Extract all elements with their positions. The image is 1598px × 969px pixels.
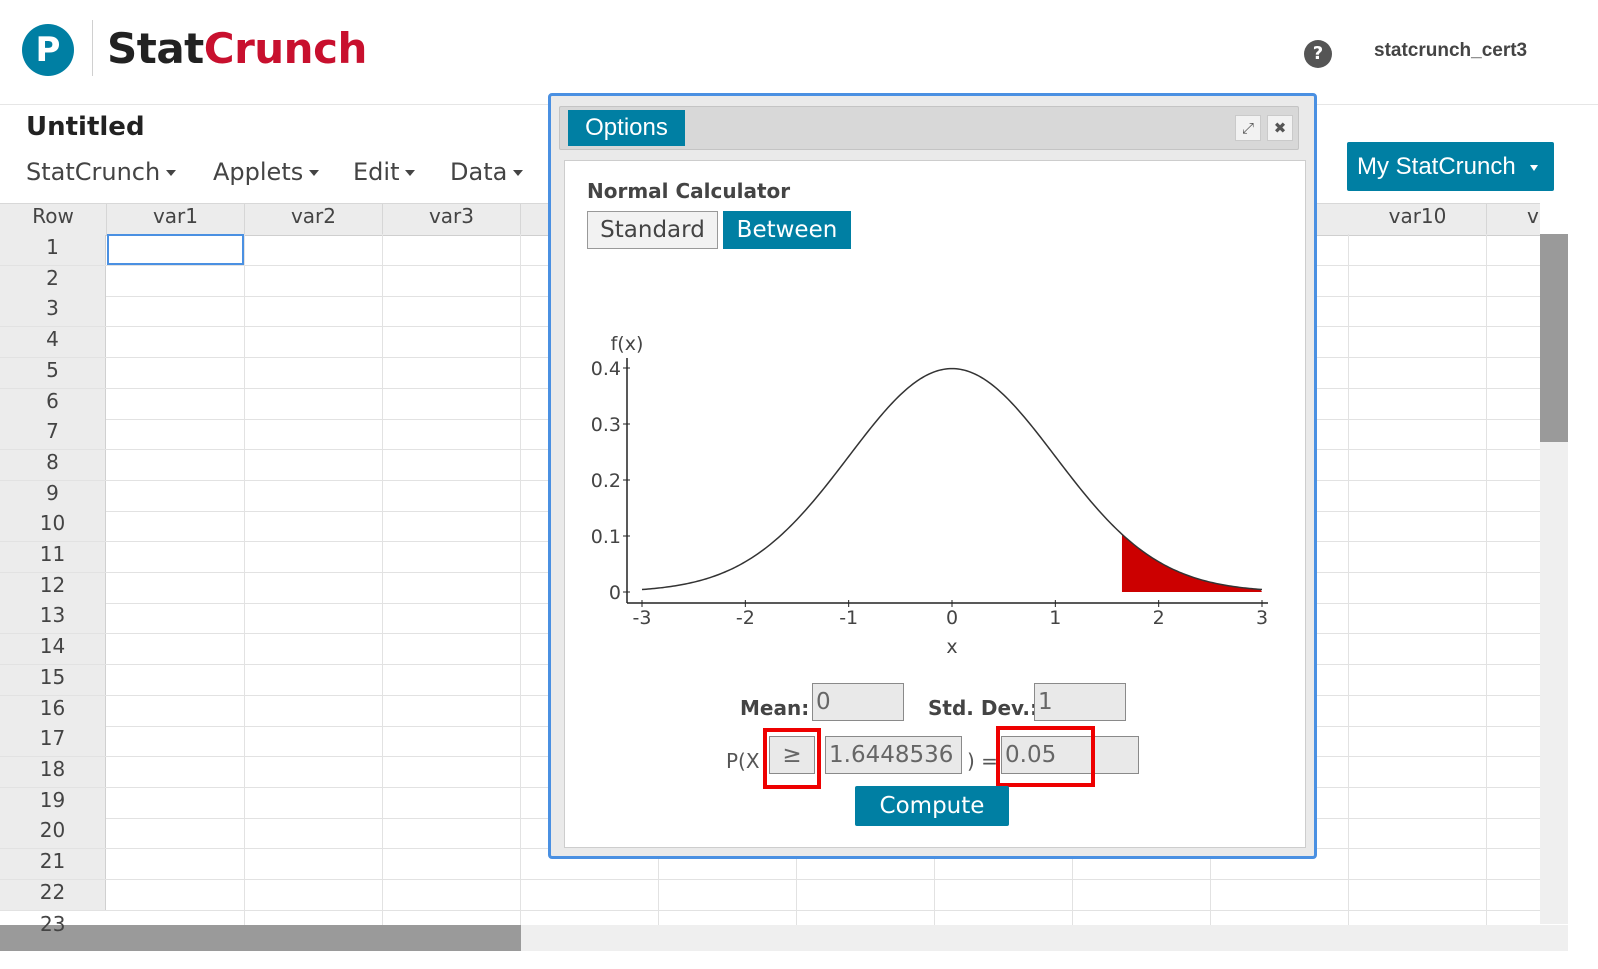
y-tick-label: 0.4 [591,358,621,380]
mean-label: Mean: [740,696,810,720]
tab-between[interactable]: Between [723,211,851,249]
row-number[interactable]: 21 [0,849,106,879]
chevron-down-icon [405,170,416,176]
chevron-down-icon [166,170,177,176]
std-dev-input[interactable]: 1 [1034,683,1126,721]
x-tick-label: -3 [633,607,652,629]
logo-divider [92,20,93,76]
column-header-var11[interactable]: var1 [1487,204,1540,235]
row-number: 23 [40,912,66,936]
y-axis-label: f(x) [611,333,644,355]
row-number[interactable]: 1 [0,235,106,265]
my-statcrunch-button[interactable]: My StatCrunch [1347,142,1554,191]
help-icon[interactable]: ? [1304,40,1332,68]
chevron-down-icon [1529,164,1538,171]
row-number[interactable]: 14 [0,634,106,665]
row-number[interactable]: 11 [0,542,106,572]
chevron-down-icon [513,170,524,176]
row-number[interactable]: 7 [0,419,106,450]
dialog-body: Normal Calculator Standard Between 0 0.1 0… [564,160,1306,848]
x-value-input[interactable]: 1.6448536 [825,736,962,774]
probability-prefix: P(X [726,749,760,773]
column-divider [382,234,383,934]
menu-applets[interactable]: Applets [213,158,320,186]
row-number[interactable]: 10 [0,511,106,542]
column-header-var2[interactable]: var2 [245,204,383,235]
x-tick-label: 2 [1153,607,1165,629]
row-number[interactable]: 5 [0,357,106,388]
selected-cell[interactable] [107,234,244,265]
row-number[interactable]: 4 [0,327,106,358]
std-dev-label: Std. Dev.: [928,696,1039,720]
dialog-titlebar[interactable]: Options ⤢ ✖ [559,106,1299,150]
app-brand: StatCrunch [107,24,367,73]
x-tick-label: -1 [839,607,858,629]
menu-applets-label: Applets [213,158,304,186]
row-number[interactable]: 15 [0,664,106,695]
column-header-var1[interactable]: var1 [107,204,245,235]
y-tick-label: 0 [609,582,621,604]
expand-icon[interactable]: ⤢ [1235,115,1261,141]
vertical-scrollbar-thumb[interactable] [1540,234,1568,442]
horizontal-scrollbar-thumb[interactable] [0,925,521,951]
row-number[interactable]: 9 [0,480,106,511]
row-number[interactable]: 18 [0,756,106,787]
column-divider [244,234,245,934]
menu-edit[interactable]: Edit [353,158,416,186]
calculator-title: Normal Calculator [587,179,791,203]
x-tick-label: -2 [736,607,755,629]
row-number[interactable]: 2 [0,265,106,296]
x-axis-label: x [946,636,957,658]
my-statcrunch-label: My StatCrunch [1357,153,1516,180]
x-tick-label: 1 [1049,607,1061,629]
document-title[interactable]: Untitled [26,112,145,142]
x-tick-label: 3 [1256,607,1268,629]
shaded-tail-area [1121,534,1262,592]
table-row: 22 [0,879,1540,911]
row-number[interactable]: 12 [0,572,106,603]
row-number[interactable]: 17 [0,726,106,757]
menu-statcrunch-label: StatCrunch [26,158,161,186]
column-divider [1348,234,1349,934]
column-header-var3[interactable]: var3 [383,204,521,235]
row-number[interactable]: 22 [0,879,106,910]
y-tick-label: 0.3 [591,414,621,436]
y-tick-label: 0.1 [591,526,621,548]
row-number[interactable]: 16 [0,695,106,726]
close-icon[interactable]: ✖ [1267,115,1293,141]
probability-equals: ) = [967,749,998,773]
mean-input[interactable]: 0 [812,683,904,721]
menu-data[interactable]: Data [450,158,524,186]
pearson-logo[interactable]: P [22,24,74,76]
menu-data-label: Data [450,158,508,186]
normal-calculator-dialog: Options ⤢ ✖ Normal Calculator Standard B… [548,93,1317,859]
row-number[interactable]: 13 [0,603,106,634]
brand-part-crunch: Crunch [203,24,368,73]
highlight-box [763,728,821,789]
y-tick-label: 0.2 [591,470,621,492]
row-number[interactable]: 20 [0,818,106,849]
column-divider [1486,234,1487,934]
row-number[interactable]: 19 [0,787,106,818]
normal-distribution-plot: 0 0.1 0.2 0.3 0.4 -3 -2 -1 0 1 2 3 f(x) x [591,333,1268,658]
menu-edit-label: Edit [353,158,400,186]
row-number[interactable]: 3 [0,296,106,327]
x-tick-label: 0 [946,607,958,629]
row-header: Row [0,204,107,235]
density-curve [641,367,1263,591]
username-link[interactable]: statcrunch_cert3 [1374,40,1527,62]
brand-part-stat: Stat [107,24,204,73]
tab-standard[interactable]: Standard [587,211,718,249]
highlight-box [996,726,1095,787]
column-divider [520,234,521,934]
menu-statcrunch[interactable]: StatCrunch [26,158,177,186]
compute-button[interactable]: Compute [855,786,1009,826]
chevron-down-icon [309,170,320,176]
row-number[interactable]: 8 [0,449,106,480]
row-number[interactable]: 6 [0,388,106,419]
options-button[interactable]: Options [568,110,685,146]
column-header-var10[interactable]: var10 [1349,204,1487,235]
app-header: P StatCrunch ? statcrunch_cert3 [0,0,1598,105]
